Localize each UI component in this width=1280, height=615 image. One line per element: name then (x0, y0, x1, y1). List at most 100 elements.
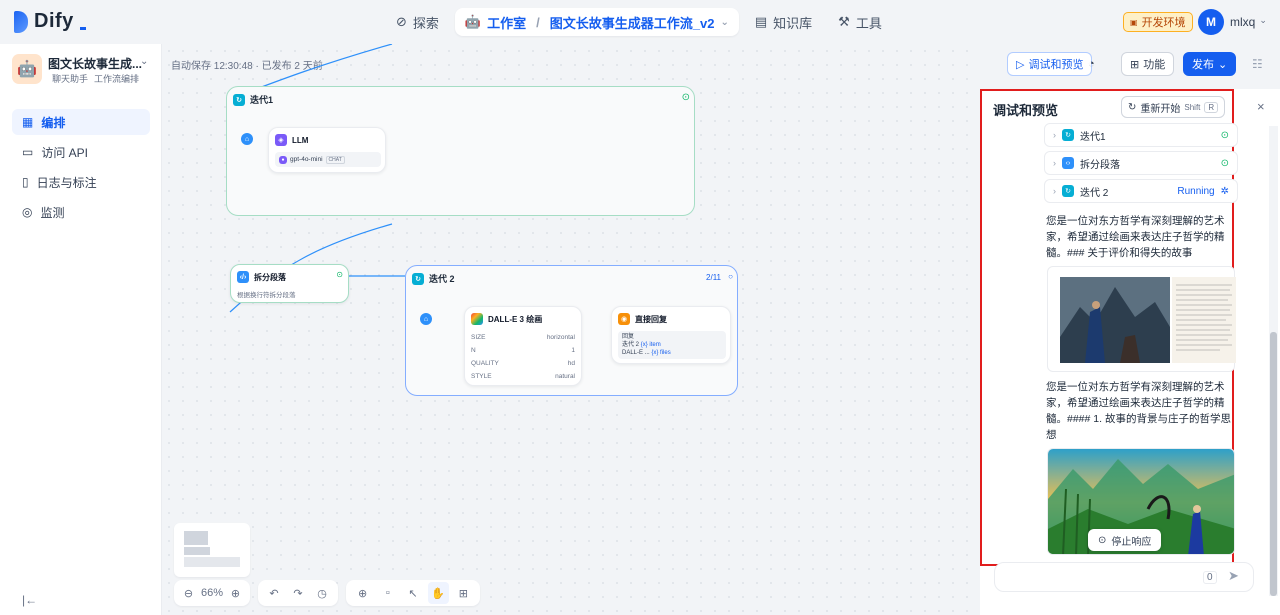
sidebar-item-orchestrate[interactable]: ▦ 编排 (12, 109, 150, 135)
success-check-icon: ⊙ (1220, 157, 1229, 169)
iteration-node-header: ↻ 迭代1 (233, 93, 273, 106)
nav-explore[interactable]: ⊘ 探索 (386, 8, 449, 36)
split-paragraph-node[interactable]: ‹/› 拆分段落 ⊙ 根据换行符拆分段落 (230, 264, 349, 303)
send-icon[interactable]: ➤ (1228, 568, 1239, 584)
restart-button[interactable]: ↻ 重新开始 Shift R (1121, 96, 1226, 118)
param-row: QUALITY hd (465, 357, 581, 370)
nav-knowledge[interactable]: ▤ 知识库 (745, 8, 822, 36)
undo-icon[interactable]: ↶ (264, 582, 284, 604)
minimap[interactable] (174, 523, 250, 577)
nav-knowledge-label: 知识库 (773, 15, 813, 31)
chat-input[interactable]: 0 ➤ (994, 562, 1254, 592)
openai-icon: ● (279, 155, 287, 164)
brand-name: Dify (34, 10, 74, 32)
param-key: SIZE (471, 334, 486, 341)
publish-button[interactable]: 发布 ⌄ (1183, 52, 1237, 76)
workflow-step[interactable]: › ↻ 迭代1 ⊙ (1044, 123, 1238, 147)
close-icon[interactable]: × (1257, 99, 1265, 114)
llm-node[interactable]: ◈ LLM ● gpt-4o-mini CHAT (268, 127, 386, 173)
stop-icon: ⊙ (1098, 534, 1107, 546)
chevron-down-icon[interactable]: ⌄ (720, 17, 728, 28)
nav-tools[interactable]: ⚒ 工具 (828, 8, 892, 36)
code-icon: ‹› (1062, 157, 1074, 169)
workflow-step[interactable]: › ↻ 迭代 2 Running ✲ (1044, 179, 1238, 203)
history-icon[interactable]: ◷ (312, 582, 332, 604)
iteration-node-1[interactable]: ↻ 迭代1 ⊙ ⌂ ◈ LLM ● gpt-4o-mini CHAT (226, 86, 695, 216)
param-key: QUALITY (471, 360, 499, 367)
param-value: natural (555, 373, 575, 380)
nav-tools-label: 工具 (855, 15, 882, 31)
chevron-down-icon[interactable]: ⌄ (140, 56, 148, 67)
add-note-icon[interactable]: ▫ (377, 582, 398, 604)
chevron-down-icon: ⌄ (1218, 58, 1228, 71)
sidebar-item-monitor[interactable]: ◎ 监测 (12, 199, 150, 225)
iteration-icon: ↻ (1062, 129, 1074, 141)
iteration-node-2[interactable]: ↻ 迭代 2 2/11 ○ ⌂ DALL-E 3 绘画 SIZE horizont… (405, 265, 738, 396)
var-source: 迭代 2 (622, 342, 640, 348)
features-button[interactable]: ⊞ 功能 (1121, 52, 1175, 76)
iteration-icon: ↻ (412, 272, 424, 285)
nav-separator: / (536, 14, 540, 30)
dalle-node[interactable]: DALL-E 3 绘画 SIZE horizontal N1 QUALITY hd … (464, 306, 582, 386)
add-node-icon[interactable]: ⊕ (352, 582, 373, 604)
workflow-step[interactable]: › ‹› 拆分段落 ⊙ (1044, 151, 1238, 175)
avatar[interactable]: M (1198, 9, 1224, 35)
llm-icon: ◈ (275, 134, 287, 146)
dify-logo[interactable]: Dify (14, 10, 86, 33)
param-row: N1 (465, 344, 581, 357)
zoom-out-icon[interactable]: ⊖ (180, 582, 197, 604)
user-menu[interactable]: mlxq ⌄ (1230, 15, 1267, 29)
zoom-level[interactable]: 66% (201, 587, 223, 599)
success-check-icon: ⊙ (681, 92, 690, 103)
answer-var: DALL-E ... {x} files (622, 349, 722, 357)
answer-node[interactable]: ◉ 直接回复 回复 迭代 2 {x} item DALL-E ... {x} f… (611, 306, 731, 364)
param-key: STYLE (471, 373, 492, 380)
book-icon: ▤ (754, 14, 768, 29)
play-icon: ▷ (1016, 58, 1025, 71)
sidebar-item-logs[interactable]: ▯ 日志与标注 (12, 169, 150, 195)
debug-preview-button[interactable]: ▷ 调试和预览 (1007, 52, 1093, 76)
panel-scrollbar-thumb[interactable] (1270, 332, 1277, 596)
app-avatar: 🤖 (12, 54, 42, 84)
sidebar-item-api[interactable]: ▭ 访问 API (12, 139, 150, 165)
nav-app-title[interactable]: 图文长故事生成器工作流_v2 (550, 13, 715, 32)
more-icon[interactable]: ☷ (1252, 57, 1263, 71)
redo-icon[interactable]: ↷ (288, 582, 308, 604)
pointer-icon[interactable]: ↖ (402, 582, 423, 604)
zoom-in-icon[interactable]: ⊕ (227, 582, 244, 604)
model-selector[interactable]: ● gpt-4o-mini CHAT (275, 152, 381, 167)
iteration-node-title: 迭代1 (250, 95, 274, 105)
debug-preview-label: 调试和预览 (1028, 59, 1084, 71)
minimap-node (184, 557, 240, 567)
stop-response-button[interactable]: ⊙ 停止响应 (1088, 529, 1162, 551)
app-subtitle: 聊天助手 工作流编排 (52, 72, 139, 85)
step-name: 拆分段落 (1080, 159, 1120, 171)
organize-icon[interactable]: ⊞ (453, 582, 474, 604)
success-check-icon: ⊙ (336, 270, 343, 279)
tool-toolbar: ⊕ ▫ ↖ ✋ ⊞ (346, 580, 480, 606)
nav-studio[interactable]: 🤖 工作室 / 图文长故事生成器工作流_v2 ⌄ (454, 8, 739, 36)
compass-icon: ⊘ (396, 14, 407, 29)
env-badge[interactable]: ▣ 开发环境 (1123, 12, 1193, 32)
start-home-icon: ⌂ (241, 133, 253, 145)
iteration-icon: ↻ (1062, 185, 1074, 197)
app-mode: 工作流编排 (94, 74, 140, 84)
env-badge-label: 开发环境 (1141, 17, 1186, 29)
reply-icon: ◉ (618, 313, 630, 325)
chevron-down-icon: ⌄ (1259, 15, 1267, 25)
app-name[interactable]: 图文长故事生成... (48, 55, 142, 72)
publish-label: 发布 (1192, 59, 1214, 71)
generated-image-card[interactable] (1047, 266, 1236, 372)
file-icon: ▯ (22, 175, 29, 189)
collapse-sidebar-icon[interactable]: |← (22, 593, 37, 607)
zoom-toolbar: ⊖ 66% ⊕ (174, 580, 250, 606)
llm-node-title: LLM (292, 135, 309, 145)
sidebar-menu: ▦ 编排 ▭ 访问 API ▯ 日志与标注 ◎ 监测 (12, 109, 150, 229)
minimap-node (184, 531, 208, 545)
answer-var: 迭代 2 {x} item (622, 341, 722, 349)
dalle-icon (471, 313, 483, 325)
checklist-button[interactable]: ◔ (1083, 52, 1100, 76)
hand-icon[interactable]: ✋ (427, 582, 449, 604)
nav-studio-label: 工作室 (487, 15, 527, 31)
panel-title: 调试和预览 (993, 103, 1059, 118)
